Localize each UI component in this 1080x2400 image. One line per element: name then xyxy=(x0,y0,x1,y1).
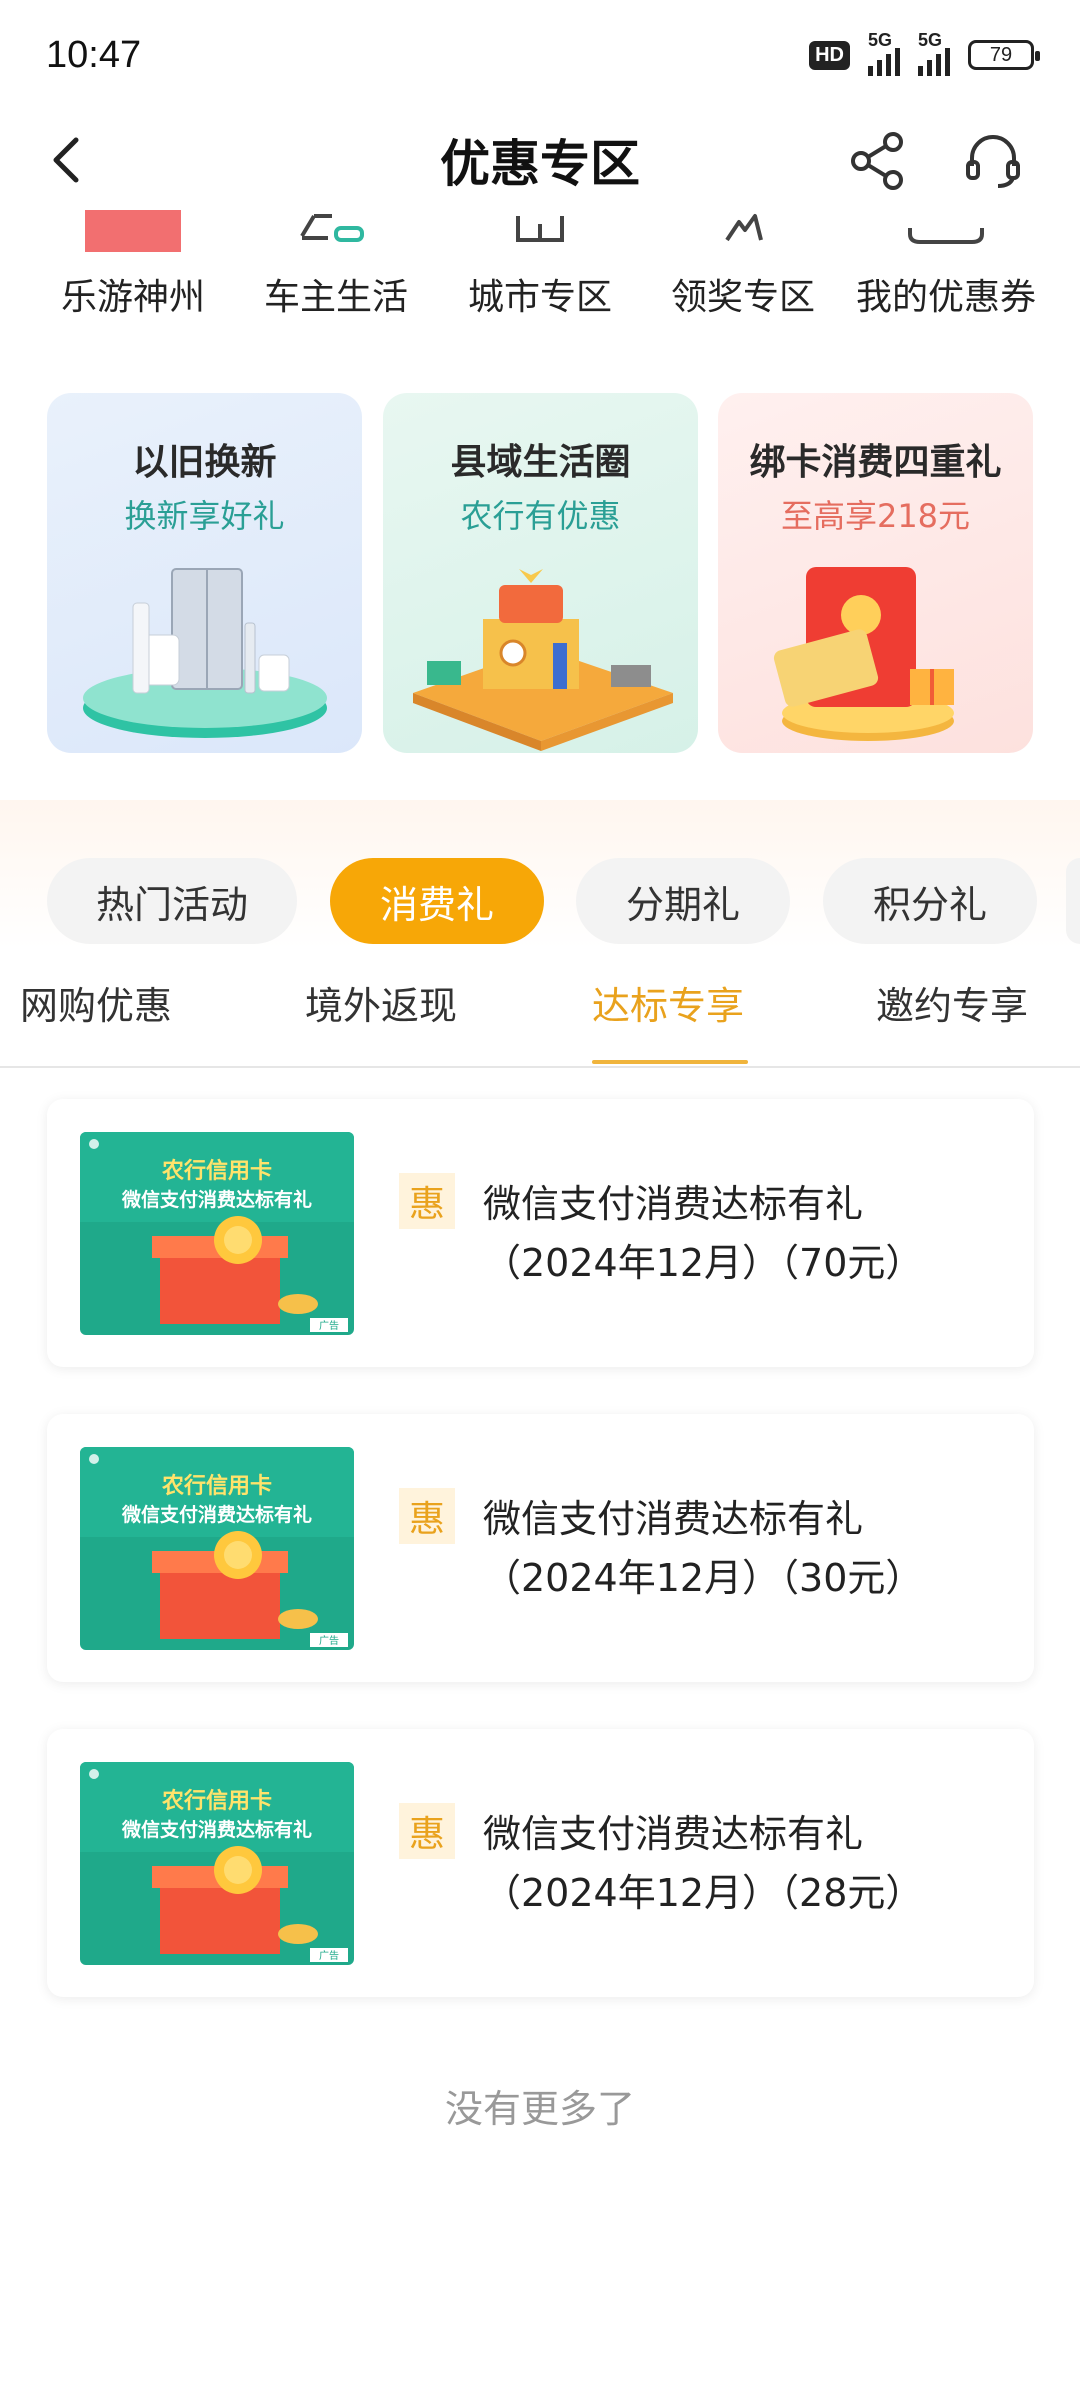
category-nav: 乐游神州 车主生活 城市专区 领奖专区 我的优惠券 xyxy=(0,210,1080,330)
status-bar: 10:47 HD 5G 5G 79 xyxy=(0,0,1080,110)
subtab-online[interactable]: 网购优惠 xyxy=(20,975,172,1035)
offer-title: 微信支付消费达标有礼 xyxy=(483,1182,864,1226)
offer-title: 微信支付消费达标有礼 xyxy=(483,1812,864,1856)
category-label: 我的优惠券 xyxy=(855,277,1036,318)
city-icon xyxy=(516,216,564,242)
offer-subtitle: （2024年12月）（30元） xyxy=(483,1556,924,1600)
promo-title: 以旧换新 xyxy=(132,442,277,483)
signal-icon: 5G xyxy=(868,30,900,76)
thumb-title: 农行信用卡 xyxy=(161,1158,272,1184)
ad-label: 广告 xyxy=(319,1949,339,1962)
promo-subtitle: 至高享218元 xyxy=(780,497,971,535)
network-label: 5G xyxy=(868,30,893,50)
category-label: 城市专区 xyxy=(467,277,612,318)
offer-title: 微信支付消费达标有礼 xyxy=(483,1497,864,1541)
car-icon xyxy=(300,214,364,242)
subtab-target[interactable]: 达标专享 xyxy=(592,975,744,1035)
red-envelope-illustration xyxy=(773,567,954,741)
network-label-2: 5G xyxy=(918,30,943,50)
promo-bind-card[interactable]: 绑卡消费四重礼 至高享218元 xyxy=(718,393,1033,753)
offer-subtitle: （2024年12月）（28元） xyxy=(483,1871,924,1915)
offer-subtitle: （2024年12月）（70元） xyxy=(483,1241,924,1285)
offer-card[interactable]: 农行信用卡 微信支付消费达标有礼 广告 惠 微信支付消费达标有礼 （2024年1… xyxy=(47,1414,1034,1682)
chevron-left-icon[interactable] xyxy=(40,130,100,190)
coupon-icon xyxy=(908,228,984,244)
promo-title: 绑卡消费四重礼 xyxy=(749,442,1002,483)
promo-subtitle: 农行有优惠 xyxy=(460,497,621,535)
travel-icon xyxy=(85,210,181,252)
category-label: 乐游神州 xyxy=(60,277,205,318)
subtab-overseas[interactable]: 境外返现 xyxy=(305,975,457,1035)
promo-county-life[interactable]: 县域生活圈 农行有优惠 xyxy=(383,393,698,753)
tab-installment[interactable]: 分期礼 xyxy=(576,858,790,944)
category-city[interactable]: 城市专区 xyxy=(440,210,640,330)
category-travel[interactable]: 乐游神州 xyxy=(33,210,233,330)
promo-title: 县域生活圈 xyxy=(450,442,631,483)
status-time: 10:47 xyxy=(46,33,142,76)
offer-thumbnail: 农行信用卡 微信支付消费达标有礼 广告 xyxy=(80,1447,354,1650)
tab-points[interactable]: 积分礼 xyxy=(823,858,1037,944)
subtab-indicator xyxy=(592,1060,748,1064)
offer-thumbnail: 农行信用卡 微信支付消费达标有礼 广告 xyxy=(80,1762,354,1965)
thumb-subtitle: 微信支付消费达标有礼 xyxy=(121,1818,312,1841)
no-more-text: 没有更多了 xyxy=(444,2087,635,2131)
thumb-subtitle: 微信支付消费达标有礼 xyxy=(121,1188,312,1211)
category-coupon[interactable]: 我的优惠券 xyxy=(846,210,1046,330)
divider xyxy=(0,1066,1080,1068)
offer-card[interactable]: 农行信用卡 微信支付消费达标有礼 广告 惠 微信支付消费达标有礼 （2024年1… xyxy=(47,1729,1034,1997)
tab-consume[interactable]: 消费礼 xyxy=(330,858,544,944)
tab-hot[interactable]: 热门活动 xyxy=(47,858,297,944)
discount-tag: 惠 xyxy=(399,1173,455,1229)
ad-label: 广告 xyxy=(319,1319,339,1332)
discount-tag: 惠 xyxy=(399,1488,455,1544)
promo-subtitle: 换新享好礼 xyxy=(124,497,285,535)
county-illustration xyxy=(413,569,673,751)
subtab-invite[interactable]: 邀约专享 xyxy=(876,975,1028,1035)
offer-thumbnail: 农行信用卡 微信支付消费达标有礼 广告 xyxy=(80,1132,354,1335)
category-label: 车主生活 xyxy=(263,277,408,318)
thumb-subtitle: 微信支付消费达标有礼 xyxy=(121,1503,312,1526)
promo-trade-in[interactable]: 以旧换新 换新享好礼 xyxy=(47,393,362,753)
tab-overflow[interactable] xyxy=(1066,858,1080,944)
share-icon[interactable] xyxy=(845,128,911,194)
ad-label: 广告 xyxy=(319,1634,339,1647)
appliances-illustration xyxy=(83,568,327,738)
status-icons: HD 5G 5G 79 xyxy=(809,30,1040,76)
thumb-title: 农行信用卡 xyxy=(161,1788,272,1814)
headset-icon[interactable] xyxy=(960,128,1026,194)
prize-icon xyxy=(725,214,763,242)
offer-card[interactable]: 农行信用卡 微信支付消费达标有礼 广告 惠 微信支付消费达标有礼 （2024年1… xyxy=(47,1099,1034,1367)
page-title: 优惠专区 xyxy=(440,135,640,193)
thumb-title: 农行信用卡 xyxy=(161,1473,272,1499)
category-label: 领奖专区 xyxy=(670,277,815,318)
category-car[interactable]: 车主生活 xyxy=(236,210,436,330)
discount-tag: 惠 xyxy=(399,1803,455,1859)
battery-icon: 79 xyxy=(968,40,1040,70)
header: 优惠专区 xyxy=(0,110,1080,210)
signal-icon-2: 5G xyxy=(918,30,950,76)
category-prize[interactable]: 领奖专区 xyxy=(643,210,843,330)
hd-icon: HD xyxy=(809,40,850,70)
